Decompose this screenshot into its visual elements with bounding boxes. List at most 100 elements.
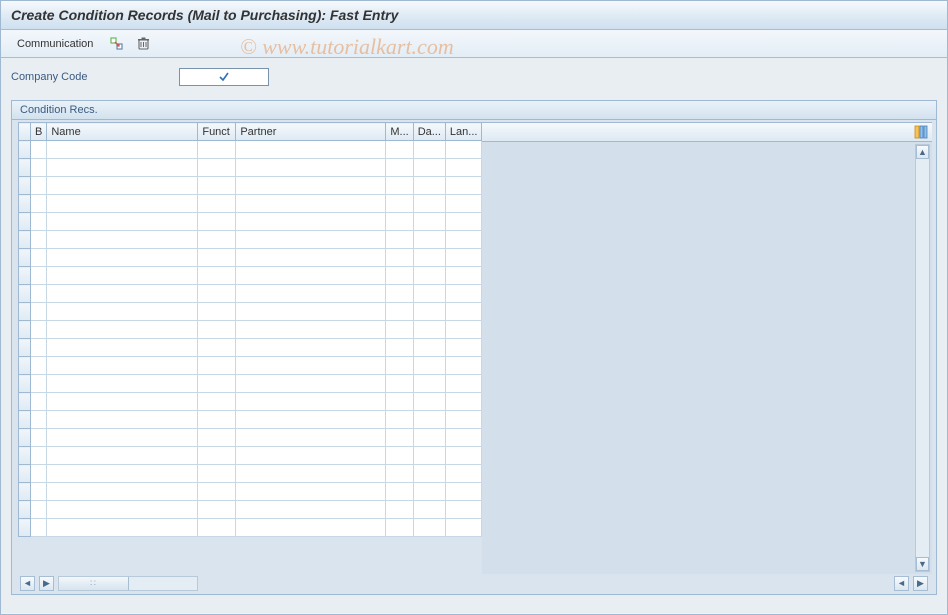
cell-funct[interactable] [198,303,236,321]
cell-funct[interactable] [198,375,236,393]
cell-da[interactable] [413,501,445,519]
cell-funct[interactable] [198,357,236,375]
cell-m[interactable] [386,447,413,465]
table-row[interactable] [19,519,482,537]
cell-b[interactable] [31,285,47,303]
cell-funct[interactable] [198,195,236,213]
col-lan-header[interactable]: Lan... [445,123,482,141]
row-selector[interactable] [19,285,31,303]
cell-m[interactable] [386,267,413,285]
cell-name[interactable] [47,375,198,393]
cell-partner[interactable] [236,177,386,195]
cell-m[interactable] [386,375,413,393]
cell-m[interactable] [386,411,413,429]
cell-m[interactable] [386,213,413,231]
table-row[interactable] [19,159,482,177]
hscroll-track-left[interactable]: ∷ [58,576,198,591]
cell-b[interactable] [31,411,47,429]
row-selector[interactable] [19,339,31,357]
cell-partner[interactable] [236,231,386,249]
row-selector[interactable] [19,159,31,177]
cell-b[interactable] [31,519,47,537]
row-selector[interactable] [19,177,31,195]
cell-lan[interactable] [445,483,482,501]
cell-m[interactable] [386,141,413,159]
cell-lan[interactable] [445,285,482,303]
cell-da[interactable] [413,375,445,393]
cell-da[interactable] [413,429,445,447]
cell-partner[interactable] [236,429,386,447]
cell-m[interactable] [386,393,413,411]
cell-da[interactable] [413,465,445,483]
cell-b[interactable] [31,177,47,195]
cell-partner[interactable] [236,411,386,429]
table-row[interactable] [19,447,482,465]
row-selector[interactable] [19,429,31,447]
cell-m[interactable] [386,519,413,537]
cell-da[interactable] [413,447,445,465]
cell-m[interactable] [386,465,413,483]
table-row[interactable] [19,213,482,231]
row-selector[interactable] [19,267,31,285]
table-row[interactable] [19,231,482,249]
cell-da[interactable] [413,195,445,213]
row-selector[interactable] [19,375,31,393]
cell-b[interactable] [31,393,47,411]
cell-da[interactable] [413,303,445,321]
cell-m[interactable] [386,285,413,303]
cell-b[interactable] [31,321,47,339]
cell-da[interactable] [413,249,445,267]
row-selector[interactable] [19,141,31,159]
cell-funct[interactable] [198,141,236,159]
cell-name[interactable] [47,141,198,159]
col-b-header[interactable]: B [31,123,47,141]
cell-partner[interactable] [236,195,386,213]
cell-da[interactable] [413,519,445,537]
table-row[interactable] [19,357,482,375]
vertical-scrollbar[interactable]: ▲ ▼ [915,144,930,572]
cell-b[interactable] [31,303,47,321]
cell-lan[interactable] [445,195,482,213]
table-row[interactable] [19,483,482,501]
cell-partner[interactable] [236,339,386,357]
hscroll-thumb-left[interactable]: ∷ [59,577,129,590]
cell-funct[interactable] [198,429,236,447]
cell-name[interactable] [47,501,198,519]
cell-lan[interactable] [445,267,482,285]
cell-funct[interactable] [198,159,236,177]
cell-funct[interactable] [198,339,236,357]
cell-funct[interactable] [198,285,236,303]
cell-partner[interactable] [236,303,386,321]
cell-funct[interactable] [198,393,236,411]
cell-m[interactable] [386,321,413,339]
col-m-header[interactable]: M... [386,123,413,141]
cell-lan[interactable] [445,447,482,465]
scroll-up-button[interactable]: ▲ [916,145,929,159]
cell-da[interactable] [413,213,445,231]
table-row[interactable] [19,393,482,411]
cell-name[interactable] [47,411,198,429]
cell-da[interactable] [413,231,445,249]
cell-da[interactable] [413,411,445,429]
table-row[interactable] [19,321,482,339]
cell-funct[interactable] [198,321,236,339]
cell-partner[interactable] [236,393,386,411]
cell-funct[interactable] [198,249,236,267]
table-row[interactable] [19,375,482,393]
cell-m[interactable] [386,303,413,321]
cell-funct[interactable] [198,483,236,501]
col-funct-header[interactable]: Funct [198,123,236,141]
cell-m[interactable] [386,483,413,501]
cell-name[interactable] [47,303,198,321]
scroll-left-button[interactable]: ▶ [39,576,54,591]
cell-da[interactable] [413,159,445,177]
row-selector[interactable] [19,501,31,519]
cell-b[interactable] [31,465,47,483]
cell-name[interactable] [47,465,198,483]
cell-da[interactable] [413,393,445,411]
cell-b[interactable] [31,375,47,393]
cell-name[interactable] [47,357,198,375]
company-code-input[interactable] [179,68,269,86]
table-row[interactable] [19,429,482,447]
cell-partner[interactable] [236,519,386,537]
